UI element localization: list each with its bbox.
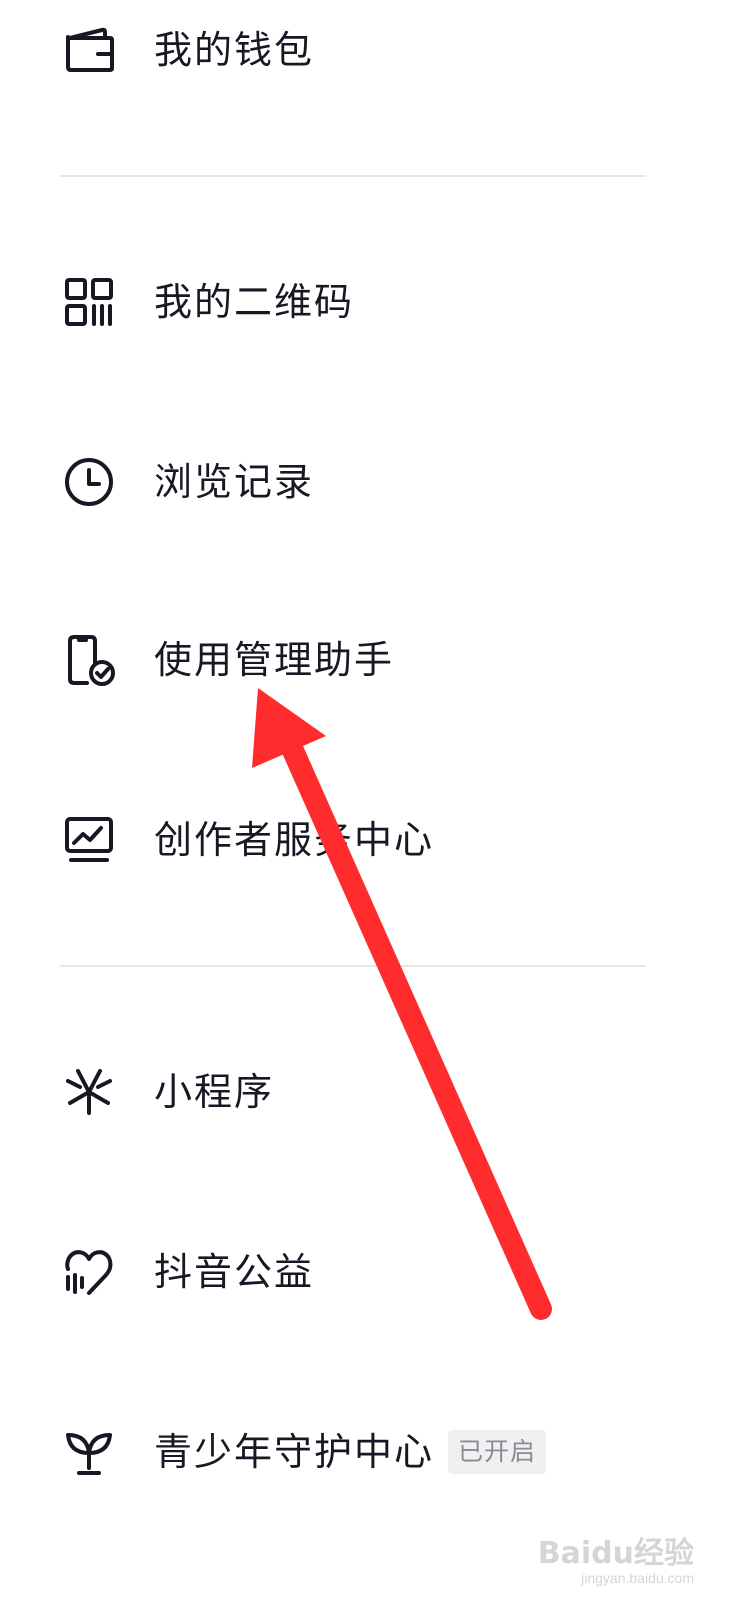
- menu-label-wallet: 我的钱包: [154, 28, 315, 72]
- menu-label-mini-program: 小程序: [154, 1070, 275, 1114]
- qr-code-icon: [62, 275, 116, 329]
- menu-label-usage-assistant: 使用管理助手: [154, 638, 395, 682]
- clock-icon: [62, 455, 116, 509]
- wallet-icon: [62, 23, 116, 77]
- menu-label-creator-center: 创作者服务中心: [154, 818, 435, 862]
- menu-item-qrcode[interactable]: 我的二维码: [0, 242, 734, 362]
- menu-item-usage-assistant[interactable]: 使用管理助手: [0, 600, 734, 720]
- menu-label-charity: 抖音公益: [154, 1250, 315, 1294]
- divider: [60, 965, 646, 967]
- divider: [60, 175, 646, 177]
- menu-item-charity[interactable]: 抖音公益: [0, 1212, 734, 1332]
- monitor-chart-icon: [62, 813, 116, 867]
- menu-item-teen-protection[interactable]: 青少年守护中心 已开启: [0, 1392, 734, 1512]
- menu-label-history: 浏览记录: [154, 460, 315, 504]
- menu-item-history[interactable]: 浏览记录: [0, 422, 734, 542]
- watermark: Baidu经验 jingyan.baidu.com: [537, 1536, 694, 1587]
- menu-item-mini-program[interactable]: 小程序: [0, 1032, 734, 1152]
- sprout-icon: [62, 1425, 116, 1479]
- teen-protection-text: 青少年守护中心: [154, 1430, 435, 1474]
- menu-item-wallet[interactable]: 我的钱包: [0, 0, 734, 110]
- status-badge: 已开启: [448, 1429, 547, 1474]
- phone-check-icon: [62, 633, 116, 687]
- menu-label-qrcode: 我的二维码: [154, 280, 355, 324]
- heart-icon: [62, 1245, 116, 1299]
- watermark-brand: Baidu经验: [537, 1536, 694, 1571]
- mini-program-icon: [62, 1065, 116, 1119]
- menu-label-teen-protection: 青少年守护中心 已开启: [154, 1429, 547, 1475]
- watermark-url: jingyan.baidu.com: [581, 1570, 694, 1586]
- menu-item-creator-center[interactable]: 创作者服务中心: [0, 780, 734, 900]
